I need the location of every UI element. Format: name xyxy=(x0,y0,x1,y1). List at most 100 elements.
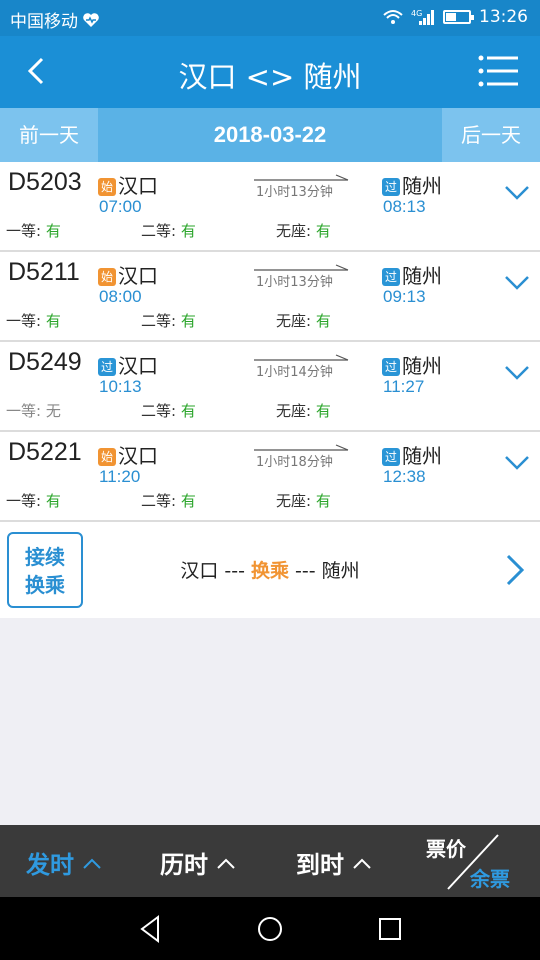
sort-depart-button[interactable]: 发时 xyxy=(26,845,102,880)
home-circle-icon[interactable] xyxy=(255,914,285,944)
seat-availability: 无座: 有 xyxy=(276,490,331,511)
chevron-up-icon xyxy=(83,858,101,869)
seat-status: 有 xyxy=(180,492,196,510)
seat-availability: 二等: 有 xyxy=(141,400,196,421)
seat-class-label: 无座: xyxy=(276,222,312,240)
arrival-time: 09:13 xyxy=(383,287,426,306)
train-row[interactable]: D5249 过汉口 10:13 1小时14分钟 过随州 11:27 一等: 无二… xyxy=(0,342,540,432)
seat-class-label: 无座: xyxy=(276,492,312,510)
departure-badge: 始 xyxy=(98,448,116,466)
next-day-button[interactable]: 后一天 xyxy=(442,108,540,162)
seat-availability: 二等: 有 xyxy=(141,220,196,241)
seat-availability: 一等: 有 xyxy=(6,220,61,241)
back-triangle-icon[interactable] xyxy=(136,914,166,944)
chevron-down-icon[interactable] xyxy=(503,454,531,472)
seat-class-label: 二等: xyxy=(141,312,177,330)
departure-station: 始汉口 xyxy=(98,170,158,199)
duration: 1小时14分钟 xyxy=(252,354,352,384)
train-number: D5203 xyxy=(8,168,82,196)
duration: 1小时18分钟 xyxy=(252,444,352,474)
seat-availability: 无座: 有 xyxy=(276,220,331,241)
departure-station: 始汉口 xyxy=(98,260,158,289)
selected-date[interactable]: 2018-03-22 xyxy=(98,108,442,162)
arrival-badge: 过 xyxy=(382,268,400,286)
seat-status: 有 xyxy=(45,222,61,240)
transfer-sep1: --- xyxy=(218,560,251,582)
transfer-from: 汉口 xyxy=(180,560,219,582)
departure-time: 10:13 xyxy=(99,377,142,396)
page-title: 汉口 <> 随州 xyxy=(178,60,362,94)
seat-class-label: 无座: xyxy=(276,312,312,330)
sort-duration-button[interactable]: 历时 xyxy=(160,845,236,880)
seat-availability: 二等: 有 xyxy=(141,310,196,331)
arrival-time: 12:38 xyxy=(383,467,426,486)
train-row[interactable]: D5203 始汉口 07:00 1小时13分钟 过随州 08:13 一等: 有二… xyxy=(0,162,540,252)
date-bar: 前一天 2018-03-22 后一天 xyxy=(0,108,540,162)
transfer-middle: 换乘 xyxy=(250,560,289,582)
svg-text:4G: 4G xyxy=(411,9,422,18)
arrival-station: 过随州 xyxy=(382,170,442,199)
departure-time: 11:20 xyxy=(99,467,141,486)
sort-duration-label: 历时 xyxy=(160,851,208,879)
sort-bar: 发时 历时 到时 票价 余票 xyxy=(0,825,540,897)
battery-icon xyxy=(443,10,474,24)
arrival-station-name: 随州 xyxy=(402,354,442,378)
departure-station: 始汉口 xyxy=(98,440,158,469)
seat-availability: 二等: 有 xyxy=(141,490,196,511)
departure-station-name: 汉口 xyxy=(118,174,158,198)
seat-class-label: 二等: xyxy=(141,492,177,510)
status-bar: 中国移动 4G 13:26 xyxy=(0,0,540,36)
seat-class-label: 一等: xyxy=(6,312,42,330)
arrival-badge: 过 xyxy=(382,448,400,466)
train-number: D5249 xyxy=(8,348,82,376)
departure-station-name: 汉口 xyxy=(118,444,158,468)
sort-arrive-label: 到时 xyxy=(296,851,344,879)
departure-badge: 始 xyxy=(98,178,116,196)
arrival-station: 过随州 xyxy=(382,440,442,469)
transfer-route: 汉口 --- 换乘 --- 随州 xyxy=(0,556,540,583)
departure-station-name: 汉口 xyxy=(118,264,158,288)
seat-class-label: 一等: xyxy=(6,402,42,420)
transfer-row[interactable]: 接续 换乘 汉口 --- 换乘 --- 随州 xyxy=(0,522,540,618)
seat-status: 有 xyxy=(45,492,61,510)
system-nav-bar xyxy=(0,897,540,960)
duration: 1小时13分钟 xyxy=(252,264,352,294)
arrival-time: 08:13 xyxy=(383,197,426,216)
transfer-sep2: --- xyxy=(289,560,322,582)
arrival-badge: 过 xyxy=(382,358,400,376)
sort-depart-label: 发时 xyxy=(26,851,74,879)
departure-badge: 始 xyxy=(98,268,116,286)
carrier-group: 中国移动 xyxy=(10,7,100,32)
title-bar: 汉口 <> 随州 xyxy=(0,36,540,108)
seat-class-label: 无座: xyxy=(276,402,312,420)
departure-station-name: 汉口 xyxy=(118,354,158,378)
departure-station: 过汉口 xyxy=(98,350,158,379)
chevron-down-icon[interactable] xyxy=(503,184,531,202)
transfer-to: 随州 xyxy=(321,560,360,582)
arrival-station: 过随州 xyxy=(382,260,442,289)
prev-day-button[interactable]: 前一天 xyxy=(0,108,98,162)
seat-status: 有 xyxy=(45,312,61,330)
chevron-down-icon[interactable] xyxy=(503,364,531,382)
sort-arrive-button[interactable]: 到时 xyxy=(296,845,372,880)
seat-class-label: 二等: xyxy=(141,402,177,420)
seat-availability: 一等: 有 xyxy=(6,490,61,511)
train-row[interactable]: D5211 始汉口 08:00 1小时13分钟 过随州 09:13 一等: 有二… xyxy=(0,252,540,342)
train-number: D5211 xyxy=(8,258,80,286)
chevron-down-icon[interactable] xyxy=(503,274,531,292)
chevron-up-icon xyxy=(353,858,371,869)
sort-price-label: 票价 xyxy=(426,837,466,861)
menu-icon[interactable] xyxy=(478,54,518,88)
seat-status: 有 xyxy=(180,312,196,330)
train-row[interactable]: D5221 始汉口 11:20 1小时18分钟 过随州 12:38 一等: 有二… xyxy=(0,432,540,522)
seat-availability: 一等: 有 xyxy=(6,310,61,331)
seat-class-label: 一等: xyxy=(6,222,42,240)
sort-price-remaining-button[interactable]: 票价 余票 xyxy=(424,831,524,891)
recents-square-icon[interactable] xyxy=(375,914,405,944)
seat-status: 有 xyxy=(315,222,331,240)
chevron-right-icon[interactable] xyxy=(504,552,526,588)
duration: 1小时13分钟 xyxy=(252,174,352,204)
seat-class-label: 一等: xyxy=(6,492,42,510)
duration-text: 1小时18分钟 xyxy=(256,455,333,470)
clock: 13:26 xyxy=(479,7,528,27)
